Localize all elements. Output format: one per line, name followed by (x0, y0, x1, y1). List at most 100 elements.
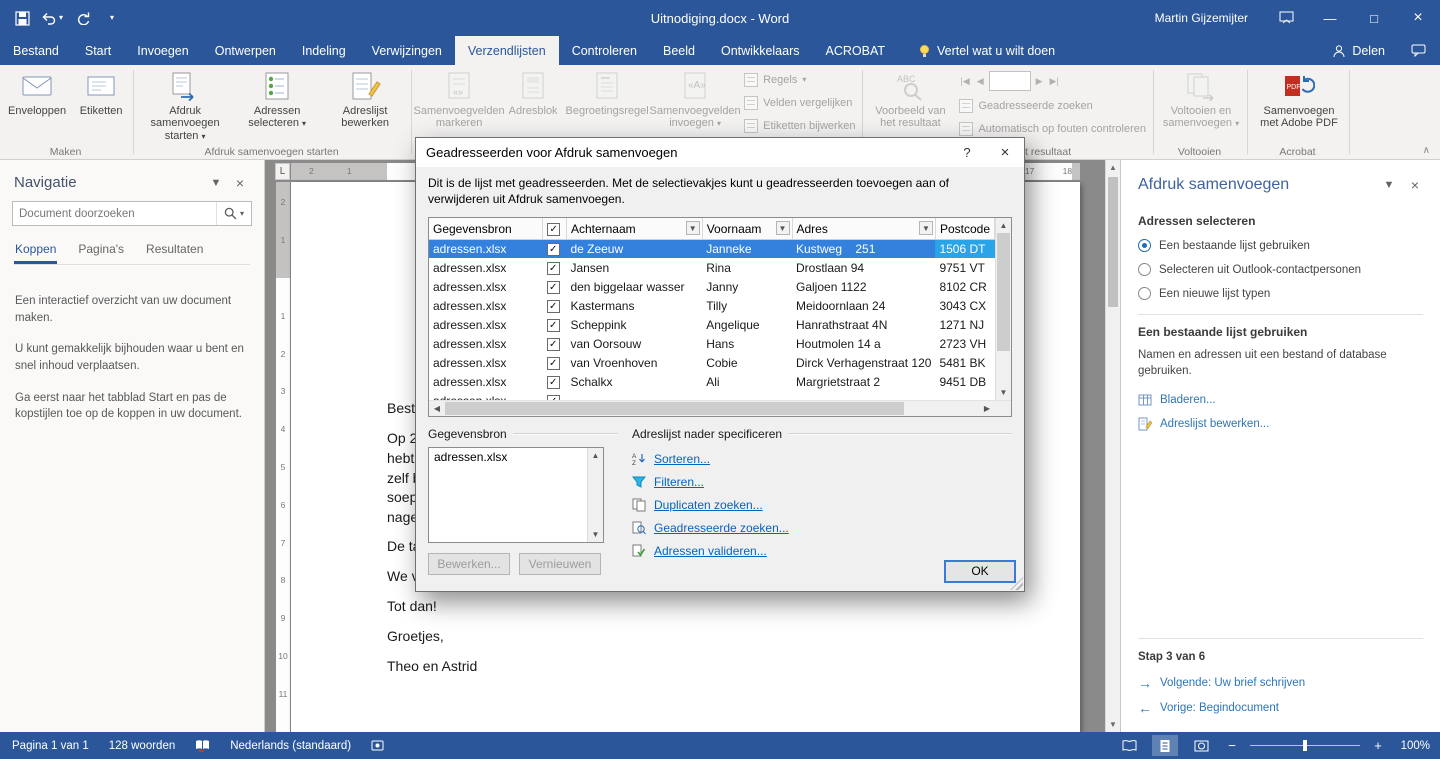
refresh-datasource-button[interactable]: Vernieuwen (519, 553, 601, 575)
nav-tab-paginas[interactable]: Pagina's (77, 240, 125, 264)
recipient-checkbox[interactable] (547, 376, 560, 389)
insert-merge-field-button[interactable]: «A» Samenvoegvelden invoegen ▾ (651, 66, 739, 144)
dialog-title-bar[interactable]: Geadresseerden voor Afdruk samenvoegen ?… (416, 138, 1024, 167)
ribbon-display-options-icon[interactable] (1264, 0, 1308, 36)
recipient-row[interactable]: adressen.xlsx (429, 391, 995, 400)
recipient-checkbox[interactable] (547, 338, 560, 351)
undo-icon[interactable]: ▾ (38, 4, 66, 32)
scrollbar-thumb[interactable] (445, 402, 904, 415)
read-mode-view-icon[interactable] (1116, 735, 1142, 756)
ok-button[interactable]: OK (944, 560, 1016, 583)
scroll-left-icon[interactable]: ◀ (429, 401, 445, 416)
start-mail-merge-button[interactable]: Afdruk samenvoegen starten ▾ (137, 66, 233, 144)
search-input[interactable] (13, 208, 216, 220)
scroll-down-icon[interactable]: ▼ (588, 527, 603, 542)
scroll-right-icon[interactable]: ▶ (979, 401, 995, 416)
select-recipients-button[interactable]: Adressen selecteren ▾ (233, 66, 321, 144)
edit-datasource-button[interactable]: Bewerken... (428, 553, 510, 575)
datasource-listbox[interactable]: adressen.xlsx ▲ ▼ (428, 447, 604, 543)
dialog-close-icon[interactable]: × (986, 138, 1024, 167)
column-header-gegevensbron[interactable]: Gegevensbron (429, 218, 543, 239)
etiketten-button[interactable]: Etiketten (71, 66, 131, 144)
scroll-down-icon[interactable]: ▼ (1109, 717, 1117, 732)
zoom-slider-thumb[interactable] (1303, 740, 1307, 751)
navigation-pane-options-caret-icon[interactable]: ▼ (204, 177, 228, 189)
column-header-adres[interactable]: Adres▼ (792, 218, 935, 239)
tab-acrobat[interactable]: ACROBAT (813, 36, 899, 65)
comment-icon[interactable] (1397, 36, 1440, 65)
radio-new-list[interactable]: Een nieuwe lijst typen (1138, 287, 1423, 300)
sort-link[interactable]: AZ Sorteren... (632, 450, 1012, 467)
recipient-checkbox[interactable] (547, 395, 560, 400)
tab-beeld[interactable]: Beeld (650, 36, 708, 65)
tab-invoegen[interactable]: Invoegen (124, 36, 201, 65)
radio-existing-list[interactable]: Een bestaande lijst gebruiken (1138, 239, 1423, 252)
filter-caret-icon[interactable]: ▼ (686, 221, 700, 235)
first-record-icon[interactable]: |◀ (958, 76, 971, 87)
record-number-input[interactable] (989, 71, 1031, 91)
dialog-help-icon[interactable]: ? (948, 138, 986, 167)
column-header-postcode[interactable]: Postcode (935, 218, 994, 239)
close-button[interactable]: × (1396, 0, 1440, 36)
scroll-up-icon[interactable]: ▲ (1109, 160, 1117, 175)
wizard-next-link[interactable]: → Volgende: Uw brief schrijven (1138, 675, 1423, 691)
page-indicator[interactable]: Pagina 1 van 1 (10, 740, 91, 752)
minimize-button[interactable]: — (1308, 0, 1352, 36)
last-record-icon[interactable]: ▶| (1048, 76, 1061, 87)
recipient-row[interactable]: adressen.xlsx ScheppinkAngeliqueHanraths… (429, 315, 995, 334)
recipient-checkbox[interactable] (547, 300, 560, 313)
update-labels-button[interactable]: Etiketten bijwerken (739, 114, 860, 137)
maximize-button[interactable]: □ (1352, 0, 1396, 36)
search-options[interactable]: ▾ (216, 202, 251, 225)
document-scrollbar[interactable]: ▲ ▼ (1105, 160, 1120, 732)
rules-button[interactable]: Regels ▾ (739, 68, 811, 91)
share-button[interactable]: Delen (1320, 36, 1397, 65)
column-header-achternaam[interactable]: Achternaam▼ (566, 218, 702, 239)
table-horizontal-scrollbar[interactable]: ◀ ▶ (429, 400, 1011, 416)
recipient-checkbox[interactable] (547, 262, 560, 275)
edit-recipient-list-link[interactable]: Adreslijst bewerken... (1138, 417, 1423, 431)
recipient-row[interactable]: adressen.xlsx de ZeeuwJannekeKustweg 251… (429, 239, 995, 258)
recipient-row[interactable]: adressen.xlsx KastermansTillyMeidoornlaa… (429, 296, 995, 315)
recipient-checkbox[interactable] (547, 319, 560, 332)
zoom-level[interactable]: 100% (1396, 740, 1430, 752)
recipient-row[interactable]: adressen.xlsx JansenRinaDrostlaan 949751… (429, 258, 995, 277)
scrollbar-thumb[interactable] (1108, 177, 1118, 307)
recipient-checkbox[interactable] (547, 281, 560, 294)
table-vertical-scrollbar[interactable]: ▲ ▼ (995, 218, 1011, 400)
web-layout-view-icon[interactable] (1188, 735, 1214, 756)
zoom-in-icon[interactable]: + (1370, 738, 1386, 753)
tab-selector[interactable]: L (275, 163, 290, 180)
save-icon[interactable] (8, 4, 36, 32)
customize-qat-caret-icon[interactable]: ▾ (98, 4, 126, 32)
finish-merge-button[interactable]: Voltooien en samenvoegen ▾ (1157, 66, 1245, 144)
filter-caret-icon[interactable]: ▼ (919, 221, 933, 235)
greeting-line-button[interactable]: Begroetingsregel (563, 66, 651, 144)
select-all-checkbox[interactable] (547, 223, 560, 236)
nav-tab-koppen[interactable]: Koppen (14, 240, 57, 264)
task-pane-close-icon[interactable]: × (1402, 177, 1428, 193)
tab-controleren[interactable]: Controleren (559, 36, 650, 65)
tab-verwijzingen[interactable]: Verwijzingen (359, 36, 455, 65)
enveloppen-button[interactable]: Enveloppen (3, 66, 71, 144)
merge-to-adobe-pdf-button[interactable]: PDF Samenvoegen met Adobe PDF (1251, 66, 1347, 144)
tab-start[interactable]: Start (72, 36, 124, 65)
recipient-checkbox[interactable] (547, 357, 560, 370)
next-record-icon[interactable]: ▶ (1034, 76, 1045, 87)
find-duplicates-link[interactable]: Duplicaten zoeken... (632, 496, 1012, 513)
tab-indeling[interactable]: Indeling (289, 36, 359, 65)
listbox-scrollbar[interactable]: ▲ ▼ (587, 448, 603, 542)
browse-link[interactable]: Bladeren... (1138, 393, 1423, 407)
redo-icon[interactable] (68, 4, 96, 32)
navigation-pane-close-icon[interactable]: × (228, 175, 252, 191)
find-recipient-button[interactable]: Geadresseerde zoeken (954, 94, 1097, 117)
collapse-ribbon-icon[interactable]: ∧ (1423, 145, 1430, 156)
v-ruler[interactable]: 211234567891011 (276, 182, 290, 732)
scroll-down-icon[interactable]: ▼ (996, 385, 1011, 400)
recipient-row[interactable]: adressen.xlsx den biggelaar wasserJannyG… (429, 277, 995, 296)
match-fields-button[interactable]: Velden vergelijken (739, 91, 857, 114)
word-count[interactable]: 128 woorden (107, 740, 178, 752)
print-layout-view-icon[interactable] (1152, 735, 1178, 756)
language-indicator[interactable]: Nederlands (standaard) (228, 740, 353, 752)
scroll-up-icon[interactable]: ▲ (588, 448, 603, 463)
